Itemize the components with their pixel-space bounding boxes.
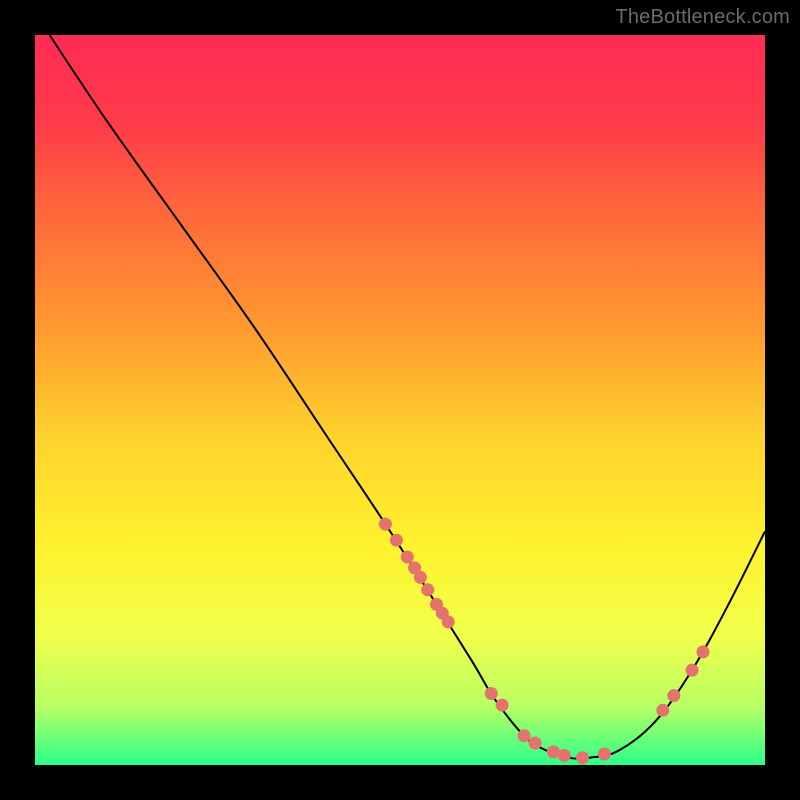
- plot-svg: [35, 35, 765, 765]
- highlight-dot: [421, 583, 434, 596]
- highlight-dot: [529, 737, 542, 750]
- highlight-dot: [667, 689, 680, 702]
- highlight-dot: [558, 749, 571, 762]
- highlight-dot: [485, 687, 498, 700]
- highlight-dot: [390, 534, 403, 547]
- highlight-dot: [379, 518, 392, 531]
- highlight-dot: [697, 645, 710, 658]
- chart-stage: TheBottleneck.com: [0, 0, 800, 800]
- highlight-dot: [518, 729, 531, 742]
- highlight-dot: [598, 748, 611, 761]
- gradient-background: [35, 35, 765, 765]
- highlight-dot: [414, 571, 427, 584]
- highlight-dot: [686, 664, 699, 677]
- highlight-dot: [576, 751, 589, 764]
- attribution-label: TheBottleneck.com: [615, 6, 790, 29]
- highlight-dot: [401, 551, 414, 564]
- highlight-dot: [496, 699, 509, 712]
- plot-area: [35, 35, 765, 765]
- highlight-dot: [656, 704, 669, 717]
- highlight-dot: [547, 745, 560, 758]
- highlight-dot: [442, 615, 455, 628]
